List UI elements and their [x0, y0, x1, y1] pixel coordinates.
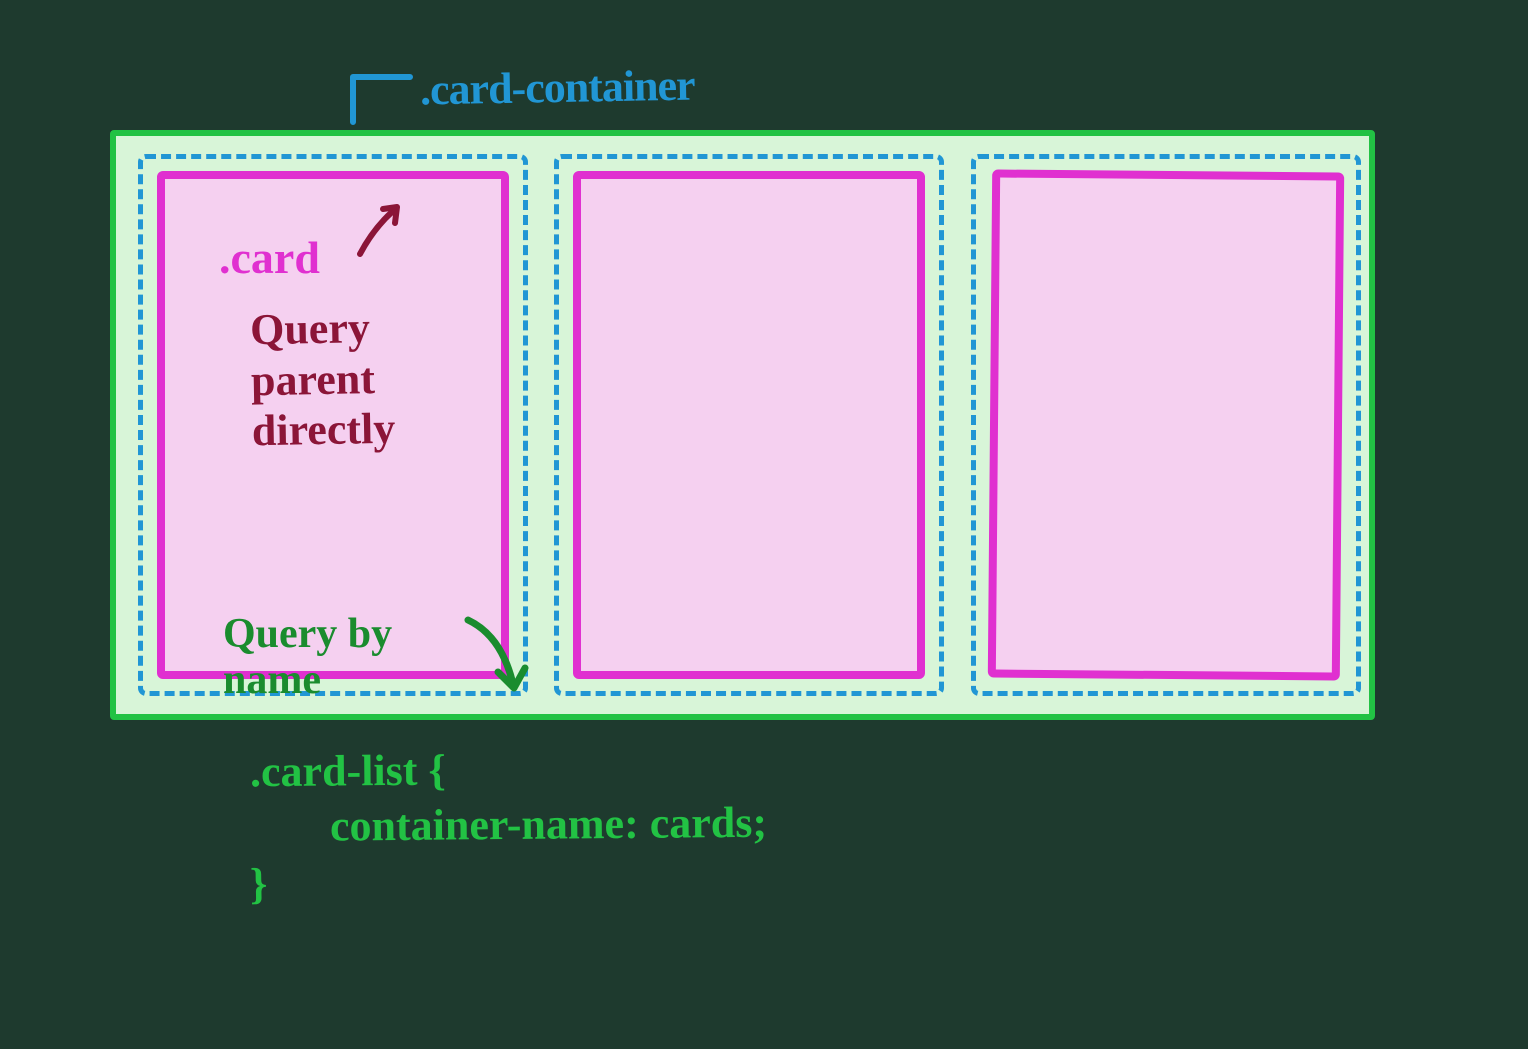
card-list-box: .card Query parent directly Query by nam… [110, 130, 1375, 720]
card-1: .card Query parent directly Query by nam… [157, 171, 509, 679]
arrow-curved-up-icon [355, 199, 410, 259]
code-property-line: container-name: cards; [250, 795, 768, 855]
card-container-2 [554, 154, 944, 696]
label-card: .card [219, 231, 320, 284]
card-2 [573, 171, 925, 679]
text-query-parent-directly: Query parent directly [250, 303, 396, 457]
label-card-container: .card-container [420, 60, 695, 116]
css-code-snippet: .card-list { container-name: cards; } [250, 742, 767, 907]
code-close-brace: } [250, 847, 768, 911]
text-query-by-name: Query by name [223, 611, 392, 703]
card-3 [988, 169, 1344, 680]
pointer-line-icon [345, 72, 415, 127]
card-container-3 [971, 154, 1361, 696]
css-container-diagram: .card-container .card Query parent direc… [110, 130, 1375, 720]
code-selector-line: .card-list { [250, 740, 768, 800]
arrow-curved-down-icon [460, 610, 535, 710]
